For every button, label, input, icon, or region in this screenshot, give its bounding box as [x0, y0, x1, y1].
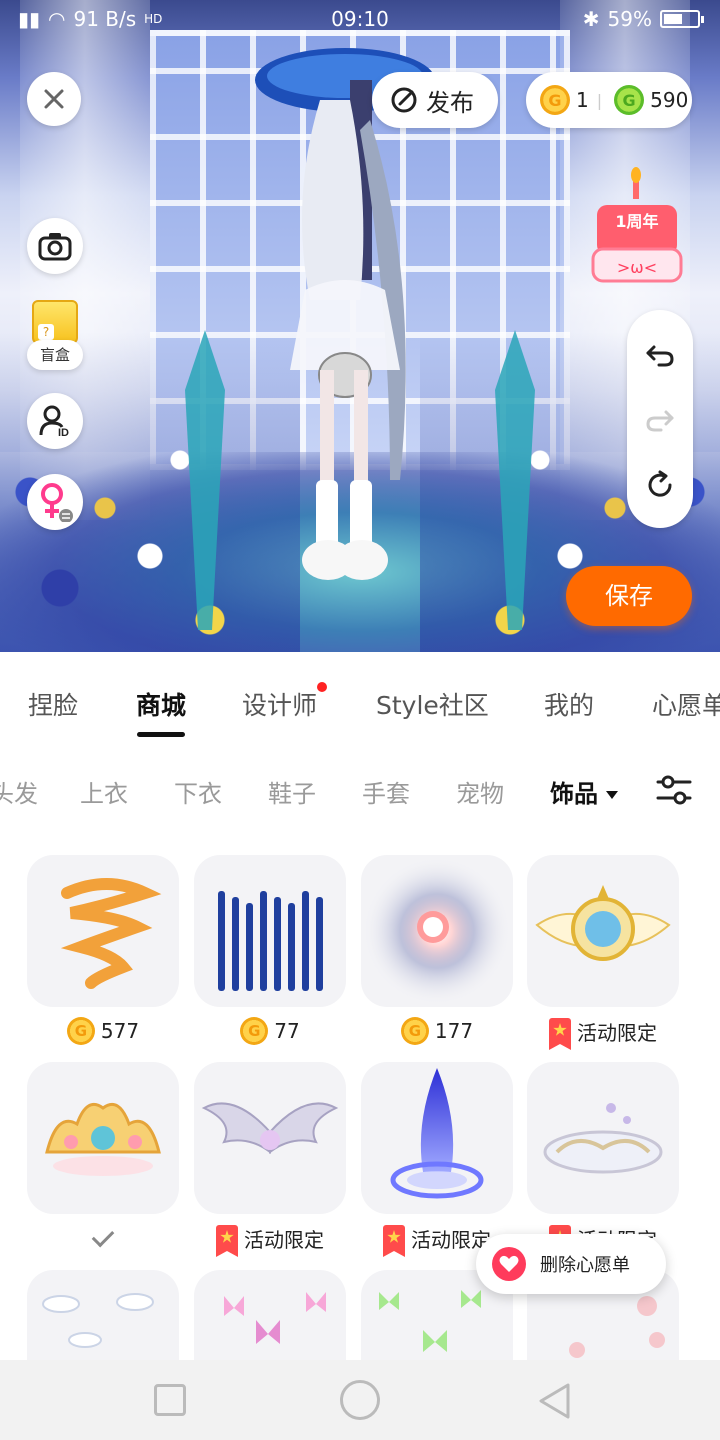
- shop-item[interactable]: 活动限定: [361, 1062, 513, 1262]
- category-gloves[interactable]: 手套: [362, 774, 410, 809]
- category-shoes[interactable]: 鞋子: [268, 774, 316, 809]
- shop-item[interactable]: 活动限定: [527, 1062, 679, 1262]
- item-price: G 77: [194, 1007, 346, 1055]
- shop-item[interactable]: 活动限定: [527, 855, 679, 1055]
- category-tab-bar: 头发 上衣 下衣 鞋子 手套 宠物 饰品: [0, 752, 720, 832]
- shop-item[interactable]: 活动限定: [194, 1062, 346, 1262]
- gold-coin-icon: G: [66, 1017, 95, 1045]
- currency-divider: |: [596, 90, 603, 110]
- anniversary-cake-icon[interactable]: 1周年 >ω<: [585, 165, 695, 295]
- dropdown-caret-icon: [606, 791, 618, 799]
- publish-button[interactable]: 发布: [372, 72, 498, 128]
- tab-face[interactable]: 捏脸: [28, 686, 78, 722]
- category-top[interactable]: 上衣: [80, 774, 128, 809]
- event-limited-icon: [216, 1225, 238, 1257]
- item-thumbnail[interactable]: [194, 855, 346, 1007]
- reset-icon: [648, 470, 672, 497]
- battery-percent: 59%: [607, 7, 652, 31]
- item-thumbnail[interactable]: [527, 855, 679, 1007]
- price-value: 77: [274, 1019, 300, 1043]
- item-thumbnail[interactable]: [361, 855, 513, 1007]
- remove-wishlist-button[interactable]: 删除心愿单: [476, 1234, 666, 1294]
- event-limited-icon: [383, 1225, 405, 1257]
- event-limited-label: 活动限定: [577, 1020, 657, 1045]
- redo-icon: [646, 410, 674, 432]
- save-button[interactable]: 保存: [566, 566, 692, 626]
- female-swap-icon: [41, 483, 73, 522]
- undo-button[interactable]: [640, 334, 680, 374]
- gold-coin-icon: G: [240, 1017, 269, 1045]
- camera-button[interactable]: [27, 218, 83, 274]
- category-bottom[interactable]: 下衣: [174, 774, 222, 809]
- item-price: 活动限定: [194, 1214, 346, 1262]
- heart-icon: [492, 1247, 526, 1281]
- item-thumbnail[interactable]: [361, 1062, 513, 1214]
- publish-icon: [391, 87, 417, 113]
- price-value: 177: [434, 1019, 474, 1043]
- item-price: 活动限定: [527, 1007, 679, 1055]
- svg-text:ID: ID: [58, 427, 69, 438]
- blind-box-icon[interactable]: ?: [32, 300, 78, 344]
- gender-switch-button[interactable]: [27, 474, 83, 530]
- category-pets[interactable]: 宠物: [456, 774, 504, 809]
- back-icon[interactable]: [536, 1382, 572, 1420]
- remove-wishlist-label: 删除心愿单: [540, 1255, 630, 1276]
- event-limited-icon: [549, 1018, 571, 1050]
- tab-wishlist[interactable]: 心愿单: [652, 686, 720, 722]
- svg-text:>ω<: >ω<: [617, 258, 657, 277]
- system-nav-bar: [0, 1360, 720, 1440]
- close-button[interactable]: [27, 72, 81, 126]
- item-price: G 177: [361, 1007, 513, 1055]
- green-coin-count: 590: [650, 88, 689, 112]
- history-panel: [627, 310, 693, 528]
- gold-coin-icon: G: [400, 1017, 429, 1045]
- status-bar: ▮▮ ◠ 91 B/s HD 09:10 ✱ 59%: [0, 0, 720, 38]
- tab-mine[interactable]: 我的: [544, 686, 594, 722]
- publish-label: 发布: [426, 88, 474, 117]
- undo-icon: [646, 345, 674, 367]
- event-limited-label: 活动限定: [244, 1227, 324, 1252]
- filter-settings-icon[interactable]: [654, 770, 694, 810]
- shop-item[interactable]: G 177: [361, 855, 513, 1055]
- shop-item[interactable]: G 77: [194, 855, 346, 1055]
- blind-box-label[interactable]: 盲盒: [27, 340, 83, 370]
- tab-style-community[interactable]: Style社区: [376, 686, 489, 722]
- active-tab-indicator: [137, 732, 185, 737]
- item-thumbnail[interactable]: [194, 1062, 346, 1214]
- camera-icon: [38, 233, 72, 261]
- battery-icon: [660, 10, 704, 28]
- item-thumbnail[interactable]: [27, 1062, 179, 1214]
- green-coin-icon: G: [614, 85, 645, 115]
- item-thumbnail[interactable]: [527, 1062, 679, 1214]
- notification-dot: [317, 682, 328, 692]
- avatar-id-button[interactable]: ID: [27, 393, 83, 449]
- shop-item[interactable]: [27, 1062, 179, 1262]
- currency-display[interactable]: G 1 | G 590: [526, 72, 692, 128]
- close-icon: [44, 89, 64, 109]
- owned-check-icon: [91, 1224, 115, 1248]
- item-thumbnail[interactable]: [27, 855, 179, 1007]
- recent-apps-icon[interactable]: [154, 1384, 186, 1416]
- crystal-spike: [185, 330, 225, 630]
- category-hair[interactable]: 头发: [0, 774, 38, 809]
- redo-button[interactable]: [640, 399, 680, 439]
- item-price: G 577: [27, 1007, 179, 1055]
- item-price: [27, 1214, 179, 1262]
- shop-item[interactable]: G 577: [27, 855, 179, 1055]
- price-value: 577: [100, 1019, 140, 1043]
- gold-coin-count: 1: [576, 88, 589, 112]
- tab-designer[interactable]: 设计师: [242, 682, 328, 722]
- gold-coin-icon: G: [540, 85, 570, 115]
- reset-button[interactable]: [640, 465, 680, 505]
- tab-shop[interactable]: 商城: [136, 686, 186, 737]
- anniversary-badge-text: 1周年: [615, 212, 658, 231]
- crystal-spike: [495, 330, 535, 630]
- home-icon[interactable]: [340, 1380, 380, 1420]
- user-id-icon: ID: [39, 405, 69, 438]
- main-tab-bar: 捏脸 商城 设计师 Style社区 我的 心愿单: [0, 652, 720, 752]
- category-accessories[interactable]: 饰品: [550, 774, 618, 809]
- bluetooth-icon: ✱: [582, 7, 600, 31]
